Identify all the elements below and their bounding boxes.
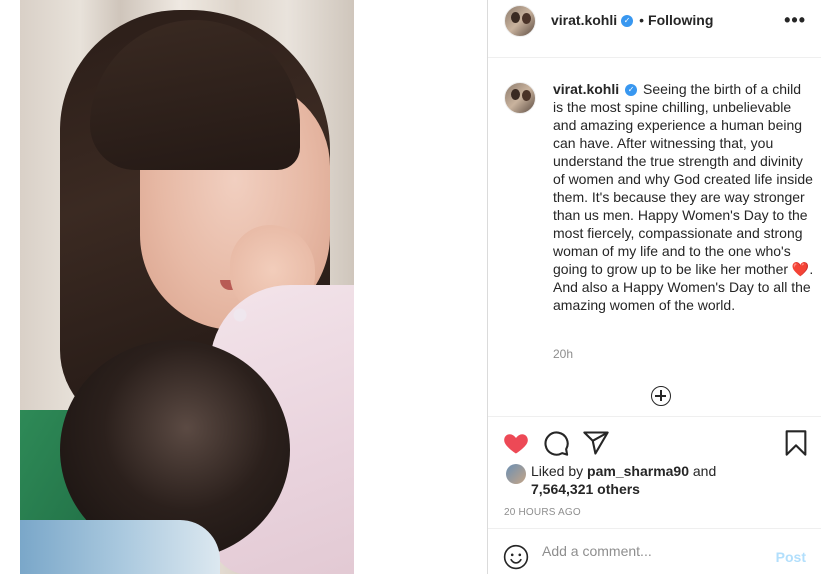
action-bar: Liked by pam_sharma90 and 7,564,321 othe… <box>488 416 821 529</box>
post-timestamp[interactable]: 20 HOURS AGO <box>504 507 581 518</box>
red-heart-emoji: ❤️ <box>791 261 810 277</box>
post-header: virat.kohli ✓ • Following ••• <box>488 0 821 58</box>
liker-username[interactable]: pam_sharma90 <box>587 463 689 479</box>
caption-text: Seeing the birth of a child is the most … <box>553 81 813 277</box>
caption-age[interactable]: 20h <box>553 347 573 361</box>
author-avatar[interactable] <box>504 5 536 37</box>
caption-author-avatar[interactable] <box>504 82 536 114</box>
comment-bar: Post <box>488 528 821 575</box>
post-photo[interactable] <box>20 0 354 574</box>
comment-input[interactable] <box>542 541 762 561</box>
liker-avatar[interactable] <box>506 464 526 484</box>
verified-badge-icon: ✓ <box>621 14 634 27</box>
more-options-icon[interactable]: ••• <box>784 10 806 31</box>
likes-joiner: and <box>689 463 717 479</box>
heart-icon[interactable] <box>502 429 530 457</box>
follow-separator: • <box>639 12 645 28</box>
likes-prefix: Liked by <box>531 463 588 479</box>
caption-author-username[interactable]: virat.kohli <box>553 81 619 97</box>
post-comment-button[interactable]: Post <box>776 549 806 565</box>
post-sidebar: virat.kohli ✓ • Following ••• virat.kohli ✓ … <box>487 0 821 574</box>
bookmark-icon[interactable] <box>782 429 810 457</box>
verified-badge-icon: ✓ <box>625 84 638 97</box>
author-username[interactable]: virat.kohli <box>551 12 617 28</box>
load-more-comments-icon[interactable] <box>651 386 671 406</box>
likes-count[interactable]: 7,564,321 others <box>531 481 640 497</box>
comment-icon[interactable] <box>542 429 570 457</box>
post-caption: virat.kohli ✓ Seeing the birth of a child… <box>553 80 815 314</box>
likes-summary: Liked by pam_sharma90 and 7,564,321 othe… <box>531 462 716 498</box>
emoji-icon[interactable] <box>503 544 529 570</box>
share-icon[interactable] <box>582 429 610 457</box>
comments-area: virat.kohli ✓ Seeing the birth of a child… <box>488 58 821 415</box>
header-meta: virat.kohli ✓ • Following <box>551 12 713 30</box>
following-button[interactable]: Following <box>648 12 713 28</box>
